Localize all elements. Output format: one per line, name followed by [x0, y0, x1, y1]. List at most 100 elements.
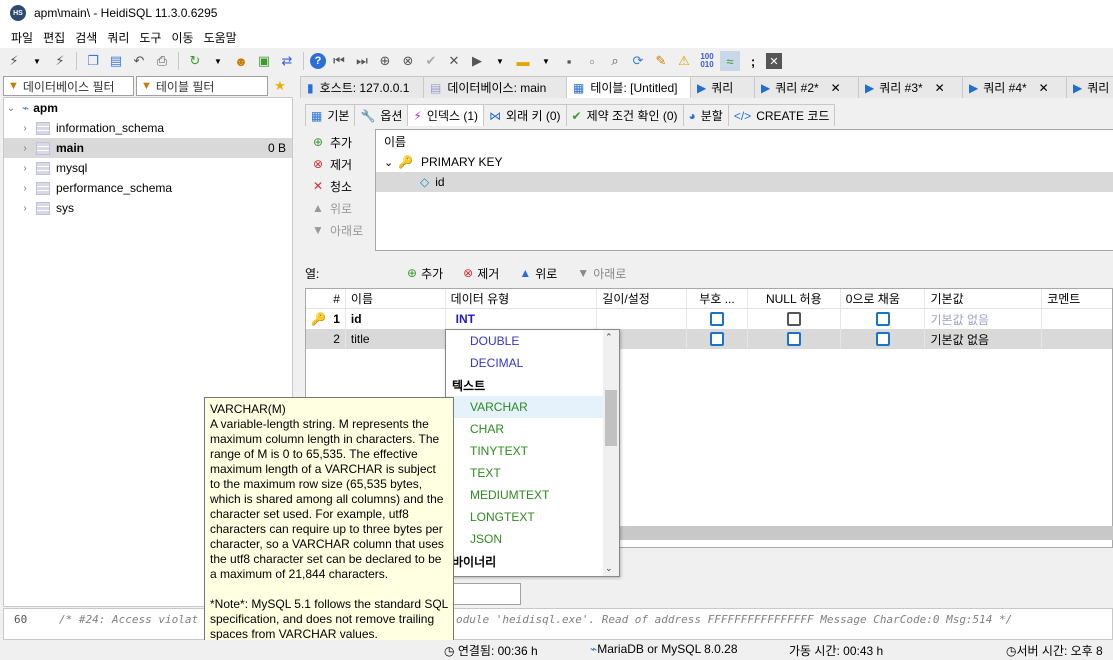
- tab-check-constraints[interactable]: ✔ 제약 조건 확인 (0): [565, 104, 684, 126]
- check-icon[interactable]: ✔: [421, 51, 441, 71]
- stop-icon[interactable]: ✕: [766, 53, 782, 69]
- col-header-allow-null[interactable]: NULL 허용: [748, 289, 841, 309]
- close-icon[interactable]: ✕: [935, 81, 945, 95]
- menu-query[interactable]: 쿼리: [102, 29, 134, 46]
- type-option-tinytext[interactable]: TINYTEXT: [446, 440, 619, 462]
- tab-table[interactable]: ▦ 테이블: [Untitled]: [566, 76, 691, 98]
- tab-query-5[interactable]: ▶ 쿼리: [1066, 76, 1113, 98]
- index-clear-button[interactable]: ✕ 청소: [310, 175, 374, 197]
- copy-icon[interactable]: ❐: [83, 51, 103, 71]
- warning-icon[interactable]: ⚠: [674, 51, 694, 71]
- save-as-icon[interactable]: ▫: [582, 51, 602, 71]
- row-default[interactable]: 기본값 없음: [925, 329, 1043, 349]
- chevron-right-icon[interactable]: ›: [18, 203, 32, 214]
- paste-icon[interactable]: ▤: [106, 51, 126, 71]
- index-remove-button[interactable]: ⊗ 제거: [310, 153, 374, 175]
- dropdown-arrow-icon[interactable]: ▼: [208, 51, 228, 71]
- save-icon[interactable]: ▪: [559, 51, 579, 71]
- tab-basic[interactable]: ▦ 기본: [305, 104, 356, 126]
- tab-partitions[interactable]: ◕ 분할: [682, 104, 729, 126]
- chevron-down-icon[interactable]: ⌄: [605, 563, 613, 574]
- remove-icon[interactable]: ⊗: [398, 51, 418, 71]
- table-filter-field[interactable]: ▼ 테이블 필터: [136, 76, 268, 96]
- col-header-default[interactable]: 기본값: [925, 289, 1043, 309]
- tab-query[interactable]: ▶ 쿼리: [690, 76, 755, 98]
- index-add-button[interactable]: ⊕ 추가: [310, 131, 374, 153]
- user-manager-icon[interactable]: ☻: [231, 51, 251, 71]
- chevron-down-icon[interactable]: ⌄: [384, 156, 398, 169]
- replace-icon[interactable]: ⟳: [628, 51, 648, 71]
- chevron-up-icon[interactable]: ⌃: [605, 332, 613, 343]
- type-option-json[interactable]: JSON: [446, 528, 619, 550]
- col-header-length[interactable]: 길이/설정: [597, 289, 688, 309]
- row-length[interactable]: [597, 309, 688, 329]
- row-name[interactable]: title: [346, 329, 446, 349]
- index-column-id[interactable]: ◇ id: [376, 172, 1113, 192]
- tree-item-performance-schema[interactable]: › performance_schema: [4, 178, 292, 198]
- tab-query-2[interactable]: ▶ 쿼리 #2* ✕: [754, 76, 859, 98]
- menu-goto[interactable]: 이동: [166, 29, 198, 46]
- find-icon[interactable]: ⌕: [605, 51, 625, 71]
- index-down-button[interactable]: ▼ 아래로: [310, 219, 374, 241]
- menu-tools[interactable]: 도구: [134, 29, 166, 46]
- dropdown-arrow-icon[interactable]: ▼: [490, 51, 510, 71]
- last-icon[interactable]: ⏭: [352, 51, 372, 71]
- type-option-char[interactable]: CHAR: [446, 418, 619, 440]
- menu-help[interactable]: 도움말: [199, 29, 242, 46]
- cancel-icon[interactable]: ✕: [444, 51, 464, 71]
- disconnect-icon[interactable]: ⚡: [50, 51, 70, 71]
- chevron-right-icon[interactable]: ›: [18, 123, 32, 134]
- chevron-right-icon[interactable]: ›: [18, 163, 32, 174]
- column-down-button[interactable]: ▼ 아래로: [577, 265, 626, 282]
- table-row[interactable]: 2 title 기본값 없음: [306, 329, 1112, 349]
- help-icon[interactable]: ?: [310, 53, 326, 69]
- sql-log[interactable]: 60 /* #24: Access violat odule 'heidisql…: [3, 608, 1113, 640]
- binary-icon[interactable]: 100 010: [697, 51, 717, 71]
- menu-file[interactable]: 파일: [6, 29, 38, 46]
- tab-query-3[interactable]: ▶ 쿼리 #3* ✕: [858, 76, 963, 98]
- tree-item-sys[interactable]: › sys: [4, 198, 292, 218]
- column-up-button[interactable]: ▲ 위로: [519, 265, 557, 282]
- unsigned-checkbox[interactable]: [709, 312, 724, 326]
- tree-root-apm[interactable]: ⌄ ⌁ apm: [4, 98, 292, 118]
- allow-null-checkbox[interactable]: [786, 332, 801, 346]
- column-add-button[interactable]: ⊕ 추가: [407, 265, 443, 282]
- index-up-button[interactable]: ▲ 위로: [310, 197, 374, 219]
- col-header-comment[interactable]: 코멘트: [1042, 289, 1112, 309]
- export-icon[interactable]: ▣: [254, 51, 274, 71]
- menu-search[interactable]: 검색: [70, 29, 102, 46]
- tab-host[interactable]: ▮ 호스트: 127.0.0.1: [300, 76, 424, 98]
- zerofill-checkbox[interactable]: [875, 312, 890, 326]
- row-comment[interactable]: [1042, 309, 1112, 329]
- col-header-num[interactable]: #: [306, 289, 346, 309]
- type-option-decimal[interactable]: DECIMAL: [446, 352, 619, 374]
- tab-database[interactable]: ▤ 데이터베이스: main: [423, 76, 567, 98]
- undo-icon[interactable]: ↶: [129, 51, 149, 71]
- inline-edit-box[interactable]: [450, 583, 521, 605]
- dropdown-scrollbar[interactable]: ⌃ ⌄: [603, 330, 619, 576]
- tree-item-mysql[interactable]: › mysql: [4, 158, 292, 178]
- clean-icon[interactable]: ✎: [651, 51, 671, 71]
- tab-query-4[interactable]: ▶ 쿼리 #4* ✕: [962, 76, 1067, 98]
- col-header-type[interactable]: 데이터 유형: [446, 289, 598, 309]
- run-icon[interactable]: ▶: [467, 51, 487, 71]
- chevron-right-icon[interactable]: ›: [18, 183, 32, 194]
- semicolon-icon[interactable]: ;: [743, 51, 763, 71]
- dropdown-arrow-icon[interactable]: ▼: [536, 51, 556, 71]
- allow-null-checkbox[interactable]: [786, 312, 801, 326]
- transfer-icon[interactable]: ⇄: [277, 51, 297, 71]
- tab-options[interactable]: 🔧 옵션: [354, 104, 409, 126]
- print-icon[interactable]: ⎙: [152, 51, 172, 71]
- tree-item-information-schema[interactable]: › information_schema: [4, 118, 292, 138]
- column-remove-button[interactable]: ⊗ 제거: [463, 265, 499, 282]
- tab-create-code[interactable]: </> CREATE 코드: [727, 104, 836, 126]
- dropdown-arrow-icon[interactable]: ▼: [27, 51, 47, 71]
- close-icon[interactable]: ✕: [1039, 81, 1049, 95]
- refresh-icon[interactable]: ↻: [185, 51, 205, 71]
- col-header-unsigned[interactable]: 부호 ...: [687, 289, 748, 309]
- scrollbar-thumb[interactable]: [605, 390, 617, 446]
- row-default[interactable]: 기본값 없음: [925, 309, 1043, 329]
- favorite-star-icon[interactable]: ★: [270, 76, 290, 96]
- tab-foreign-keys[interactable]: ⋈ 외래 키 (0): [483, 104, 567, 126]
- col-header-zerofill[interactable]: 0으로 채움: [841, 289, 926, 309]
